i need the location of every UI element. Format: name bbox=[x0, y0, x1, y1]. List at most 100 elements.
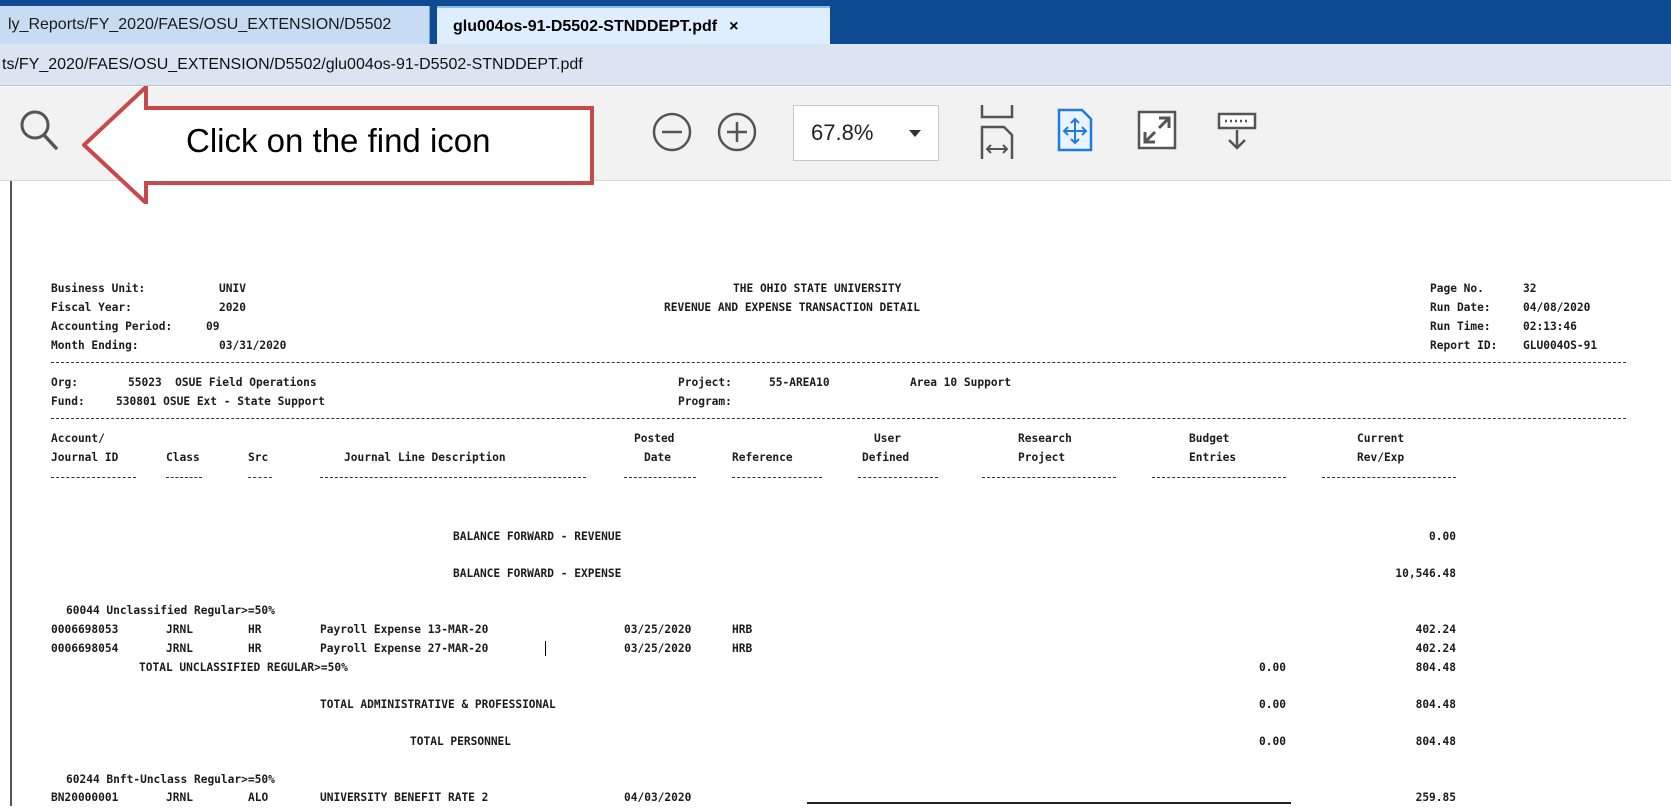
fit-width-icon[interactable] bbox=[979, 103, 1015, 159]
accounting-period-value: 09 bbox=[206, 320, 220, 333]
business-unit-label: Business Unit: bbox=[51, 282, 146, 295]
report-title-detail: REVENUE AND EXPENSE TRANSACTION DETAIL bbox=[664, 301, 920, 314]
divider bbox=[51, 418, 1626, 419]
balance-forward-revenue-label: BALANCE FORWARD - REVENUE bbox=[453, 530, 622, 543]
callout-text: Click on the find icon bbox=[186, 122, 491, 159]
org-value: 55023 OSUE Field Operations bbox=[128, 376, 317, 389]
row-reference: HRB bbox=[732, 642, 753, 655]
total-personnel-amount: 804.48 bbox=[1415, 735, 1456, 748]
row-class: JRNL bbox=[166, 642, 193, 655]
col-rev-exp: Rev/Exp bbox=[1357, 451, 1405, 464]
tab-pdf-label: glu004os-91-D5502-STNDDEPT.pdf bbox=[453, 18, 718, 35]
row-class: JRNL bbox=[166, 623, 193, 636]
document-area[interactable] bbox=[0, 181, 1671, 806]
run-date-value: 04/08/2020 bbox=[1523, 301, 1591, 314]
account-group-title: 60244 Bnft-Unclass Regular>=50% bbox=[66, 773, 275, 786]
total-admin-amount: 804.48 bbox=[1415, 698, 1456, 711]
program-label: Program: bbox=[678, 395, 732, 408]
col-underline bbox=[1152, 477, 1286, 478]
total-unclassified-amount: 804.48 bbox=[1415, 661, 1456, 674]
fit-page-icon[interactable] bbox=[1056, 107, 1094, 153]
col-underline bbox=[982, 477, 1116, 478]
search-icon[interactable] bbox=[18, 106, 62, 154]
col-journal-id: Journal ID bbox=[51, 451, 119, 464]
report-id-value: GLU004OS-91 bbox=[1523, 339, 1598, 352]
row-reference: HRB bbox=[732, 623, 753, 636]
fullscreen-icon[interactable] bbox=[1137, 110, 1177, 150]
col-underline bbox=[732, 477, 822, 478]
col-class: Class bbox=[166, 451, 200, 464]
row-amount: 259.85 bbox=[1415, 791, 1456, 804]
col-defined: Defined bbox=[862, 451, 910, 464]
col-underline bbox=[624, 477, 696, 478]
col-user: User bbox=[874, 432, 901, 445]
row-amount: 402.24 bbox=[1415, 623, 1456, 636]
row-description: Payroll Expense 13-MAR-20 bbox=[320, 623, 489, 636]
tab-folder[interactable]: ly_Reports/FY_2020/FAES/OSU_EXTENSION/D5… bbox=[0, 6, 430, 44]
col-entries: Entries bbox=[1189, 451, 1237, 464]
row-src: ALO bbox=[248, 791, 269, 804]
col-account: Account/ bbox=[51, 432, 105, 445]
org-label: Org: bbox=[51, 376, 78, 389]
col-current: Current bbox=[1357, 432, 1405, 445]
fiscal-year-label: Fiscal Year: bbox=[51, 301, 132, 314]
col-underline bbox=[320, 477, 586, 478]
tab-pdf[interactable]: glu004os-91-D5502-STNDDEPT.pdf × bbox=[437, 6, 830, 44]
row-src: HR bbox=[248, 642, 262, 655]
project-desc: Area 10 Support bbox=[910, 376, 1012, 389]
report-id-label: Report ID: bbox=[1430, 339, 1498, 352]
row-journal-id: 0006698053 bbox=[51, 623, 119, 636]
row-src: HR bbox=[248, 623, 262, 636]
download-icon[interactable] bbox=[1217, 112, 1257, 152]
balance-forward-revenue-value: 0.00 bbox=[1429, 530, 1456, 543]
col-underline bbox=[51, 477, 136, 478]
zoom-value: 67.8% bbox=[811, 120, 874, 145]
col-underline bbox=[1322, 477, 1456, 478]
project-value: 55-AREA10 bbox=[769, 376, 830, 389]
address-path: ts/FY_2020/FAES/OSU_EXTENSION/D5502/glu0… bbox=[2, 56, 583, 73]
row-journal-id: 0006698054 bbox=[51, 642, 119, 655]
divider bbox=[51, 362, 1626, 363]
business-unit-value: UNIV bbox=[219, 282, 246, 295]
page-no-value: 32 bbox=[1523, 282, 1537, 295]
accounting-period-label: Accounting Period: bbox=[51, 320, 173, 333]
zoom-out-icon[interactable] bbox=[651, 111, 693, 153]
col-research-project: Project bbox=[1018, 451, 1066, 464]
col-reference: Reference bbox=[732, 451, 793, 464]
page-no-label: Page No. bbox=[1430, 282, 1484, 295]
total-unclassified-budget: 0.00 bbox=[1259, 661, 1286, 674]
balance-forward-expense-label: BALANCE FORWARD - EXPENSE bbox=[453, 567, 622, 580]
run-date-label: Run Date: bbox=[1430, 301, 1491, 314]
col-underline bbox=[858, 477, 938, 478]
total-personnel-budget: 0.00 bbox=[1259, 735, 1286, 748]
balance-forward-expense-value: 10,546.48 bbox=[1395, 567, 1456, 580]
col-underline bbox=[248, 477, 272, 478]
search-box-edge bbox=[807, 802, 1291, 808]
row-class: JRNL bbox=[166, 791, 193, 804]
zoom-select[interactable]: 67.8% bbox=[793, 105, 939, 161]
page-border bbox=[10, 181, 12, 806]
run-time-label: Run Time: bbox=[1430, 320, 1491, 333]
row-description: Payroll Expense 27-MAR-20 bbox=[320, 642, 489, 655]
report-title-university: THE OHIO STATE UNIVERSITY bbox=[733, 282, 902, 295]
row-description: UNIVERSITY BENEFIT RATE 2 bbox=[320, 791, 489, 804]
fiscal-year-value: 2020 bbox=[219, 301, 246, 314]
col-description: Journal Line Description bbox=[344, 451, 506, 464]
address-bar[interactable]: ts/FY_2020/FAES/OSU_EXTENSION/D5502/glu0… bbox=[0, 44, 1671, 86]
col-budget: Budget bbox=[1189, 432, 1230, 445]
total-unclassified-label: TOTAL UNCLASSIFIED REGULAR>=50% bbox=[139, 661, 348, 674]
col-research: Research bbox=[1018, 432, 1072, 445]
tab-folder-label: ly_Reports/FY_2020/FAES/OSU_EXTENSION/D5… bbox=[8, 16, 392, 33]
row-posted-date: 03/25/2020 bbox=[624, 623, 692, 636]
total-admin-label: TOTAL ADMINISTRATIVE & PROFESSIONAL bbox=[320, 698, 556, 711]
project-label: Project: bbox=[678, 376, 732, 389]
row-amount: 402.24 bbox=[1415, 642, 1456, 655]
col-src: Src bbox=[248, 451, 269, 464]
zoom-in-icon[interactable] bbox=[716, 111, 758, 153]
tab-bar: ly_Reports/FY_2020/FAES/OSU_EXTENSION/D5… bbox=[0, 0, 1671, 44]
account-group-title: 60044 Unclassified Regular>=50% bbox=[66, 604, 275, 617]
fund-value: 530801 OSUE Ext - State Support bbox=[116, 395, 325, 408]
month-ending-label: Month Ending: bbox=[51, 339, 139, 352]
close-tab-icon[interactable]: × bbox=[729, 18, 738, 35]
col-underline bbox=[166, 477, 202, 478]
